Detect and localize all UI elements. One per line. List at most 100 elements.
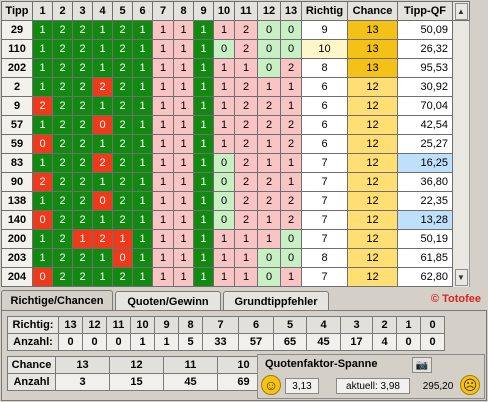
table-row[interactable]: 200 1 2 1 2 1 1 1 1 1 1 1 1 0 7 12 50,19 [1, 229, 470, 249]
tipp-cell: 0 [213, 172, 235, 192]
scrollbar-track[interactable] [452, 191, 470, 211]
count-header: 13 [55, 356, 110, 374]
scroll-down-icon[interactable]: ▼ [454, 268, 468, 286]
brand-label[interactable]: © Totofee [431, 293, 481, 305]
table-row[interactable]: 83 1 2 2 2 2 1 1 1 1 0 2 1 1 7 12 16,25 [1, 153, 470, 173]
tipp-cell: 1 [193, 20, 214, 40]
col-header-1[interactable]: 1 [32, 1, 53, 21]
table-row[interactable]: 110 1 2 2 1 2 1 1 1 1 0 2 0 0 10 13 26,32 [1, 39, 470, 59]
scrollbar-track[interactable] [452, 134, 470, 154]
count-value: 45 [163, 373, 218, 391]
tipp-cell: 2 [234, 77, 258, 97]
richtig-table: Richtig: 13 12 11 10 9 8 7 6 5 4 3 2 1 0 Anzahl: 0 0 0 1 1 5… [7, 316, 445, 351]
col-header-6[interactable]: 6 [132, 1, 153, 21]
tipp-cell: 1 [173, 191, 194, 211]
col-header-tipp[interactable]: Tipp [1, 1, 33, 21]
sad-smiley-icon: ☹ [460, 375, 480, 395]
tipp-cell: 0 [280, 248, 302, 268]
table-row[interactable]: 9 2 2 2 1 2 1 1 1 1 1 2 2 1 6 12 70,04 [1, 96, 470, 116]
tipp-cell: 2 [257, 172, 281, 192]
count-header: 4 [306, 316, 341, 334]
count-header: 11 [163, 356, 218, 374]
scrollbar-track[interactable] [452, 172, 470, 192]
tipp-number: 57 [1, 115, 33, 135]
table-row[interactable]: 202 1 2 2 1 2 1 1 1 1 1 1 0 2 8 13 95,53 [1, 58, 470, 78]
col-header-9[interactable]: 9 [193, 1, 214, 21]
tipp-cell: 1 [173, 77, 194, 97]
col-header-4[interactable]: 4 [92, 1, 113, 21]
tipp-cell: 1 [92, 39, 113, 59]
tipp-cell: 1 [152, 172, 174, 192]
tipp-cell: 2 [52, 39, 73, 59]
scrollbar-track[interactable]: ▼ [452, 267, 470, 287]
scrollbar-track[interactable] [452, 58, 470, 78]
tipp-cell: 1 [213, 58, 235, 78]
table-row[interactable]: 204 0 2 2 1 2 1 1 1 1 1 1 0 1 7 12 62,80 ▼ [1, 267, 470, 287]
count-value: 17 [340, 333, 373, 351]
scrollbar-track[interactable] [452, 248, 470, 268]
table-row[interactable]: 140 0 2 2 1 2 1 1 1 1 0 2 1 2 7 12 13,28 [1, 210, 470, 230]
tipp-cell: 1 [173, 39, 194, 59]
tipp-cell: 1 [173, 134, 194, 154]
scroll-up-icon[interactable]: ▲ [454, 2, 468, 20]
col-header-7[interactable]: 7 [152, 1, 174, 21]
tipp-cell: 2 [112, 191, 133, 211]
tipp-cell: 2 [112, 39, 133, 59]
scrollbar-track[interactable] [452, 96, 470, 116]
tipp-cell: 0 [32, 134, 53, 154]
tipp-cell: 1 [213, 96, 235, 116]
col-header-2[interactable]: 2 [52, 1, 73, 21]
tipp-cell: 0 [213, 153, 235, 173]
tipp-cell: 2 [234, 20, 258, 40]
tipp-cell: 0 [213, 39, 235, 59]
scrollbar-track[interactable] [452, 115, 470, 135]
table-row[interactable]: 29 1 2 2 1 2 1 1 1 1 1 2 0 0 9 13 50,09 [1, 20, 470, 40]
table-row[interactable]: 59 0 2 2 1 2 1 1 1 1 1 2 1 2 6 12 25,27 [1, 134, 470, 154]
tipp-cell: 1 [213, 229, 235, 249]
table-row[interactable]: 203 1 2 2 1 0 1 1 1 1 1 1 0 0 8 12 61,85 [1, 248, 470, 268]
scrollbar-track[interactable] [452, 39, 470, 59]
tipp-cell: 2 [52, 134, 73, 154]
tipp-qf-cell: 61,85 [397, 248, 453, 268]
tipp-cell: 1 [152, 210, 174, 230]
scrollbar-track[interactable] [452, 20, 470, 40]
col-header-11[interactable]: 11 [234, 1, 258, 21]
col-header-5[interactable]: 5 [112, 1, 133, 21]
tipp-cell: 2 [52, 248, 73, 268]
col-header-richtig[interactable]: Richtig [301, 1, 348, 21]
col-header-13[interactable]: 13 [280, 1, 302, 21]
table-row[interactable]: 2 1 2 2 2 2 1 1 1 1 1 2 1 1 6 12 30,92 [1, 77, 470, 97]
table-row[interactable]: 57 1 2 2 0 2 1 1 1 1 1 2 2 2 6 12 42,54 [1, 115, 470, 135]
tab-richtige-chancen[interactable]: Richtige/Chancen [1, 290, 113, 311]
tipp-cell: 0 [257, 267, 281, 287]
tipp-cell: 1 [234, 248, 258, 268]
tipp-cell: 1 [173, 153, 194, 173]
scrollbar-track[interactable] [452, 153, 470, 173]
quotenfaktor-title: Quotenfaktor-Spanne [265, 358, 378, 370]
scrollbar-track[interactable] [452, 210, 470, 230]
camera-icon[interactable]: 📷 [412, 357, 432, 373]
tipp-cell: 1 [193, 77, 214, 97]
scrollbar-track[interactable] [452, 229, 470, 249]
scrollbar-top[interactable]: ▲ [452, 1, 470, 21]
table-row[interactable]: 90 2 2 2 1 2 1 1 1 1 0 2 2 1 7 12 36,80 [1, 172, 470, 192]
tab-quoten-gewinn[interactable]: Quoten/Gewinn [115, 291, 221, 311]
scrollbar-track[interactable] [452, 77, 470, 97]
tipp-cell: 1 [280, 172, 302, 192]
col-header-8[interactable]: 8 [173, 1, 194, 21]
table-row[interactable]: 138 1 2 2 0 2 1 1 1 1 0 2 2 2 7 12 22,35 [1, 191, 470, 211]
tipp-cell: 2 [52, 229, 73, 249]
tipp-cell: 2 [112, 77, 133, 97]
col-header-10[interactable]: 10 [213, 1, 235, 21]
col-header-3[interactable]: 3 [72, 1, 93, 21]
tipp-cell: 1 [132, 191, 153, 211]
col-header-chance[interactable]: Chance [347, 1, 398, 21]
count-value: 0 [420, 333, 445, 351]
richtig-cell: 6 [301, 134, 348, 154]
col-header-12[interactable]: 12 [257, 1, 281, 21]
tipp-cell: 1 [193, 210, 214, 230]
tipp-cell: 1 [193, 134, 214, 154]
tipp-cell: 1 [92, 210, 113, 230]
col-header-tipp-qf[interactable]: Tipp-QF [397, 1, 453, 21]
tab-grundtippfehler[interactable]: Grundtippfehler [223, 291, 329, 311]
